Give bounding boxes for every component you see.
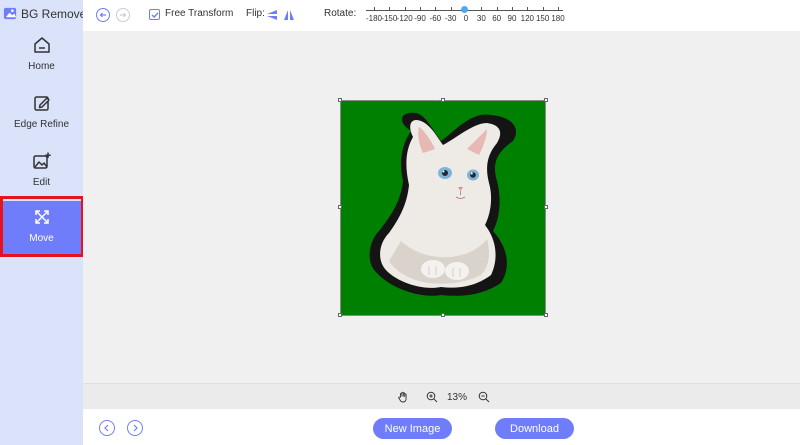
zoom-in-icon[interactable]: [426, 391, 438, 403]
redo-icon: [120, 12, 127, 18]
flip-vertical-icon[interactable]: [266, 9, 278, 21]
image-preview[interactable]: [340, 100, 546, 316]
rotate-tick: [496, 7, 498, 11]
sidebar-item-label: Move: [29, 233, 54, 244]
zoom-bar: 13%: [83, 383, 800, 409]
previous-button[interactable]: [99, 420, 115, 436]
sidebar-item-label: Edge Refine: [13, 119, 70, 130]
free-transform-checkbox[interactable]: [149, 9, 160, 20]
rotate-tick-label: 150: [535, 14, 550, 23]
undo-icon: [99, 12, 106, 18]
sidebar-item-edge-refine[interactable]: Edge Refine: [0, 87, 83, 143]
sidebar-item-label: Home: [28, 61, 55, 72]
toolbar: Free Transform Flip: Rotate: -180 -150 -12…: [83, 0, 800, 31]
app-logo-icon: [3, 7, 17, 20]
rotate-tick: [420, 7, 421, 11]
rotate-tick-label: 60: [492, 14, 502, 23]
rotate-tick-label: 0: [463, 14, 469, 23]
undo-button[interactable]: [96, 8, 110, 22]
rotate-tick-label: 120: [520, 14, 535, 23]
redo-button[interactable]: [116, 8, 130, 22]
resize-handle-bottom[interactable]: [441, 313, 445, 317]
rotate-tick-label: 30: [476, 14, 486, 23]
rotate-tick: [450, 7, 452, 11]
new-image-button[interactable]: New Image: [373, 418, 452, 439]
image-edit-icon: [32, 152, 51, 169]
rotate-tick: [389, 7, 391, 11]
rotate-tick-label: -180: [365, 14, 383, 23]
rotate-tick-label: 180: [551, 14, 565, 23]
hand-icon[interactable]: [397, 391, 409, 403]
check-icon: [151, 11, 159, 18]
rotate-tick-label: 90: [507, 14, 517, 23]
resize-handle-left[interactable]: [338, 205, 342, 209]
zoom-out-icon[interactable]: [478, 391, 490, 403]
kitten-image: [369, 112, 517, 296]
edit-icon: [33, 96, 50, 111]
flip-horizontal-icon[interactable]: [283, 9, 295, 21]
free-transform-label: Free Transform: [165, 8, 234, 19]
rotate-handle[interactable]: [461, 6, 468, 13]
rotate-tick-label: -90: [414, 14, 426, 23]
next-button[interactable]: [127, 420, 143, 436]
rotate-slider[interactable]: -180 -150 -120 -90 -60 -30 0 30 60 90 120 150 180: [362, 3, 567, 29]
home-icon: [33, 37, 50, 53]
canvas-area[interactable]: [83, 31, 800, 383]
sidebar: BG Remover Home Edge Refine Edit Move: [0, 0, 90, 445]
rotate-tick: [435, 7, 437, 11]
rotate-tick-label: -60: [429, 14, 442, 23]
flip-label: Flip:: [246, 8, 265, 19]
resize-handle-top-left[interactable]: [338, 98, 342, 102]
app-title: BG Remover: [3, 6, 90, 21]
rotate-tick: [558, 7, 559, 11]
download-button[interactable]: Download: [495, 418, 574, 439]
resize-handle-right[interactable]: [544, 205, 548, 209]
resize-handle-bottom-right[interactable]: [544, 313, 548, 317]
move-icon: [34, 210, 49, 224]
bottom-bar: New Image Download: [83, 409, 800, 445]
rotate-tick: [481, 7, 483, 11]
rotate-tick: [527, 7, 529, 11]
rotate-tick-label: -30: [444, 14, 457, 23]
resize-handle-top[interactable]: [441, 98, 445, 102]
sidebar-item-home[interactable]: Home: [0, 29, 83, 85]
rotate-tick: [374, 7, 375, 11]
rotate-tick: [404, 7, 406, 11]
sidebar-item-edit[interactable]: Edit: [0, 145, 83, 201]
resize-handle-top-right[interactable]: [544, 98, 548, 102]
resize-handle-bottom-left[interactable]: [338, 313, 342, 317]
chevron-left-icon: [104, 424, 109, 432]
app-title-text: BG Remover: [21, 6, 91, 21]
rotate-label: Rotate:: [324, 8, 357, 19]
sidebar-item-label: Edit: [32, 177, 51, 188]
chevron-right-icon: [133, 424, 138, 432]
zoom-value: 13%: [447, 392, 468, 403]
rotate-tick-label: -120: [396, 14, 413, 23]
rotate-tick: [542, 7, 544, 11]
rotate-tick-label: -150: [381, 14, 398, 23]
sidebar-item-move[interactable]: Move: [0, 201, 83, 257]
rotate-tick: [512, 7, 513, 11]
